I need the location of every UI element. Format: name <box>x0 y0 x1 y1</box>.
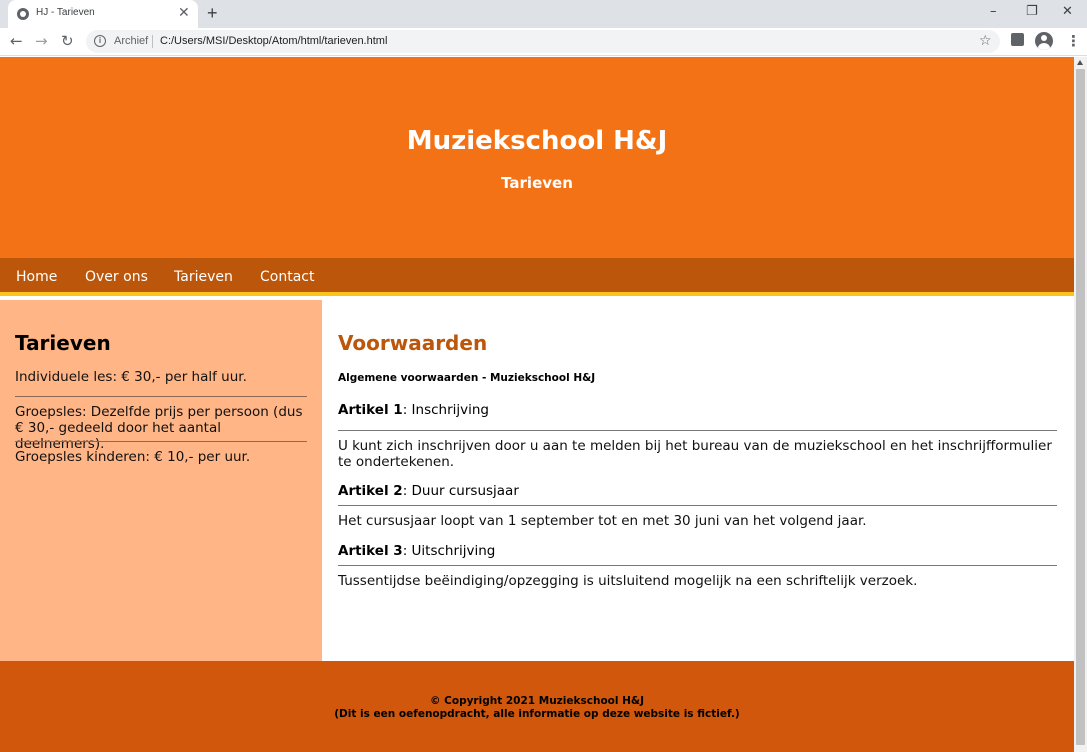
footer-note: (Dit is een oefenopdracht, alle informat… <box>334 708 740 720</box>
main-content: Voorwaarden Algemene voorwaarden - Muzie… <box>322 300 1074 661</box>
site-subtitle: Tarieven <box>501 174 573 192</box>
site-header: Muziekschool H&J Tarieven <box>0 57 1074 258</box>
article-title: : Duur cursusjaar <box>402 483 519 499</box>
divider <box>15 441 307 442</box>
address-separator <box>152 35 153 48</box>
article-label: Artikel 1 <box>338 402 403 418</box>
divider <box>338 505 1057 506</box>
profile-icon[interactable] <box>1035 32 1053 50</box>
extensions-icon[interactable] <box>1011 33 1024 46</box>
article-heading: Artikel 1: Inschrijving <box>338 402 489 418</box>
price-item: Individuele les: € 30,- per half uur. <box>15 369 247 385</box>
price-item: Groepsles: Dezelfde prijs per persoon (d… <box>15 404 303 452</box>
article-title: : Inschrijving <box>402 402 489 418</box>
article-heading: Artikel 3: Uitschrijving <box>338 543 495 559</box>
scrollbar-thumb[interactable] <box>1076 69 1085 745</box>
browser-tab[interactable]: HJ - Tarieven ✕ <box>8 0 198 28</box>
close-window-icon[interactable]: ✕ <box>1062 4 1073 20</box>
address-label: Archief <box>114 35 149 47</box>
reload-icon[interactable]: ↻ <box>61 32 74 50</box>
nav-link-home[interactable]: Home <box>16 269 57 285</box>
article-label: Artikel 3 <box>338 543 403 559</box>
sidebar: Tarieven Individuele les: € 30,- per hal… <box>0 300 322 661</box>
more-menu-icon[interactable]: ⋮ <box>1066 32 1081 50</box>
article-title: : Uitschrijving <box>402 543 496 559</box>
sidebar-title: Tarieven <box>15 331 111 355</box>
divider <box>338 430 1057 431</box>
site-footer: © Copyright 2021 Muziekschool H&J (Dit i… <box>0 661 1074 752</box>
article-label: Artikel 2 <box>338 483 403 499</box>
article-text: Tussentijdse beëindiging/opzegging is ui… <box>338 573 918 589</box>
info-icon[interactable]: i <box>94 35 106 47</box>
browser-toolbar: ← → ↻ i Archief C:/Users/MSI/Desktop/Ato… <box>0 28 1087 56</box>
star-icon[interactable]: ☆ <box>979 33 992 49</box>
article-text: Het cursusjaar loopt van 1 september tot… <box>338 513 867 529</box>
nav-link-over-ons[interactable]: Over ons <box>85 269 148 285</box>
main-nav: Home Over ons Tarieven Contact <box>0 258 1074 296</box>
restore-icon[interactable]: ❐ <box>1026 4 1038 20</box>
main-subtitle: Algemene voorwaarden - Muziekschool H&J <box>338 372 596 384</box>
divider <box>15 396 307 397</box>
browser-tab-bar: HJ - Tarieven ✕ + – ❐ ✕ <box>0 0 1087 28</box>
site-title: Muziekschool H&J <box>406 126 668 156</box>
globe-icon <box>17 8 29 20</box>
new-tab-button[interactable]: + <box>207 3 218 23</box>
scroll-up-arrow-icon[interactable] <box>1077 60 1083 65</box>
divider <box>338 565 1057 566</box>
page-viewport: Muziekschool H&J Tarieven Home Over ons … <box>0 57 1074 752</box>
nav-link-tarieven[interactable]: Tarieven <box>174 269 233 285</box>
close-tab-icon[interactable]: ✕ <box>178 5 190 21</box>
nav-link-contact[interactable]: Contact <box>260 269 314 285</box>
forward-arrow-icon[interactable]: → <box>35 32 48 50</box>
back-arrow-icon[interactable]: ← <box>10 32 23 50</box>
main-title: Voorwaarden <box>338 331 488 355</box>
vertical-scrollbar[interactable] <box>1074 57 1087 752</box>
article-heading: Artikel 2: Duur cursusjaar <box>338 483 519 499</box>
minimize-icon[interactable]: – <box>990 4 997 20</box>
url-text[interactable]: C:/Users/MSI/Desktop/Atom/html/tarieven.… <box>160 35 387 47</box>
article-text: U kunt zich inschrijven door u aan te me… <box>338 438 1052 470</box>
address-bar[interactable]: i Archief C:/Users/MSI/Desktop/Atom/html… <box>86 30 1000 53</box>
price-item: Groepsles kinderen: € 10,- per uur. <box>15 449 251 465</box>
tab-title: HJ - Tarieven <box>36 7 95 18</box>
footer-copyright: © Copyright 2021 Muziekschool H&J <box>430 695 644 707</box>
